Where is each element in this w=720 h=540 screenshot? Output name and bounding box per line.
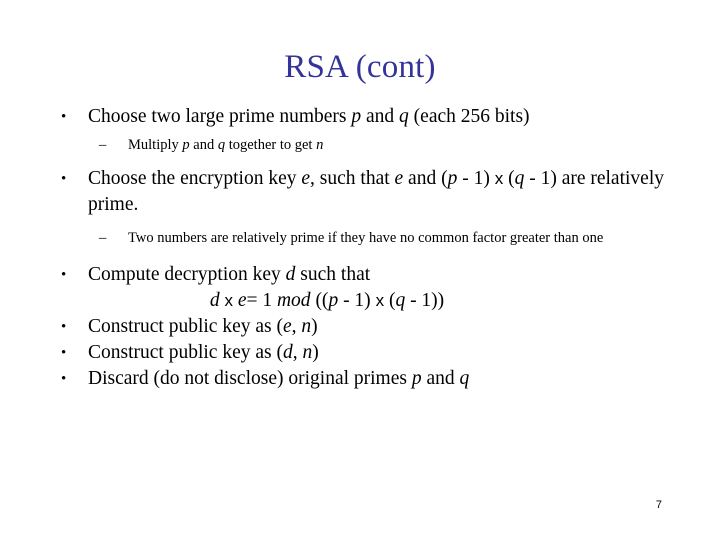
math-variable: e xyxy=(282,316,292,337)
bullet-marker: • xyxy=(61,267,67,283)
math-variable: q xyxy=(459,368,470,389)
math-variable: p xyxy=(351,106,362,127)
bullet-marker: • xyxy=(61,319,67,335)
bullet-text: Construct public key as (e, n) xyxy=(88,316,318,337)
multiply-icon: x xyxy=(494,169,504,188)
math-variable: mod xyxy=(276,290,311,311)
bullet-text: Choose two large prime numbers p and q (… xyxy=(88,106,530,127)
math-variable: p xyxy=(182,137,190,153)
bullet-item: • Choose two large prime numbers p and q… xyxy=(52,104,682,130)
bullet-marker: • xyxy=(61,345,67,361)
math-variable: q xyxy=(217,137,226,153)
math-variable: q xyxy=(395,290,406,311)
multiply-icon: x xyxy=(224,291,233,310)
bullet-text: Compute decryption key d such that xyxy=(88,264,371,285)
bullet-item: • Discard (do not disclose) original pri… xyxy=(52,366,682,392)
math-variable: e xyxy=(394,168,404,189)
math-variable: q xyxy=(399,106,409,127)
math-variable: d xyxy=(282,342,293,363)
math-variable: d xyxy=(285,264,296,285)
math-variable: e xyxy=(301,168,311,189)
sub-bullet-marker: – xyxy=(99,230,107,246)
bullet-marker: • xyxy=(61,109,67,125)
bullet-text: Choose the encryption key e, such that e… xyxy=(88,168,664,215)
sub-bullet-marker: – xyxy=(99,137,107,153)
bullet-item: • Compute decryption key d such that xyxy=(52,262,682,288)
bullet-item: • Construct public key as (d, n) xyxy=(52,340,682,366)
page-number: 7 xyxy=(655,499,662,511)
bullet-marker: • xyxy=(61,171,67,187)
bullet-item: • Construct public key as (e, n) xyxy=(52,314,682,340)
equation-line: d x e= 1 mod ((p - 1) x (q - 1)) xyxy=(209,290,445,311)
sub-bullet-text: Two numbers are relatively prime if they… xyxy=(128,230,604,246)
math-variable: n xyxy=(301,316,312,337)
math-variable: n xyxy=(302,342,313,363)
multiply-icon: x xyxy=(375,291,385,310)
math-variable: p xyxy=(411,368,422,389)
slide: RSA (cont) • Choose two large prime numb… xyxy=(0,0,720,540)
math-variable: d xyxy=(209,290,220,311)
math-variable: p xyxy=(447,168,458,189)
slide-body: • Choose two large prime numbers p and q… xyxy=(52,104,682,392)
bullet-item: • Choose the encryption key e, such that… xyxy=(52,166,682,218)
page-title: RSA (cont) xyxy=(284,49,436,85)
math-variable: q xyxy=(514,168,525,189)
sub-bullet-item: – Multiply p and q together to get n xyxy=(52,136,682,155)
math-variable: p xyxy=(328,290,339,311)
bullet-text: Discard (do not disclose) original prime… xyxy=(88,368,470,389)
sub-bullet-text: Multiply p and q together to get n xyxy=(128,137,324,153)
bullet-text: Construct public key as (d, n) xyxy=(88,342,319,363)
sub-bullet-item: – Two numbers are relatively prime if th… xyxy=(52,229,682,248)
bullet-marker: • xyxy=(61,371,67,387)
math-variable: n xyxy=(316,137,324,153)
